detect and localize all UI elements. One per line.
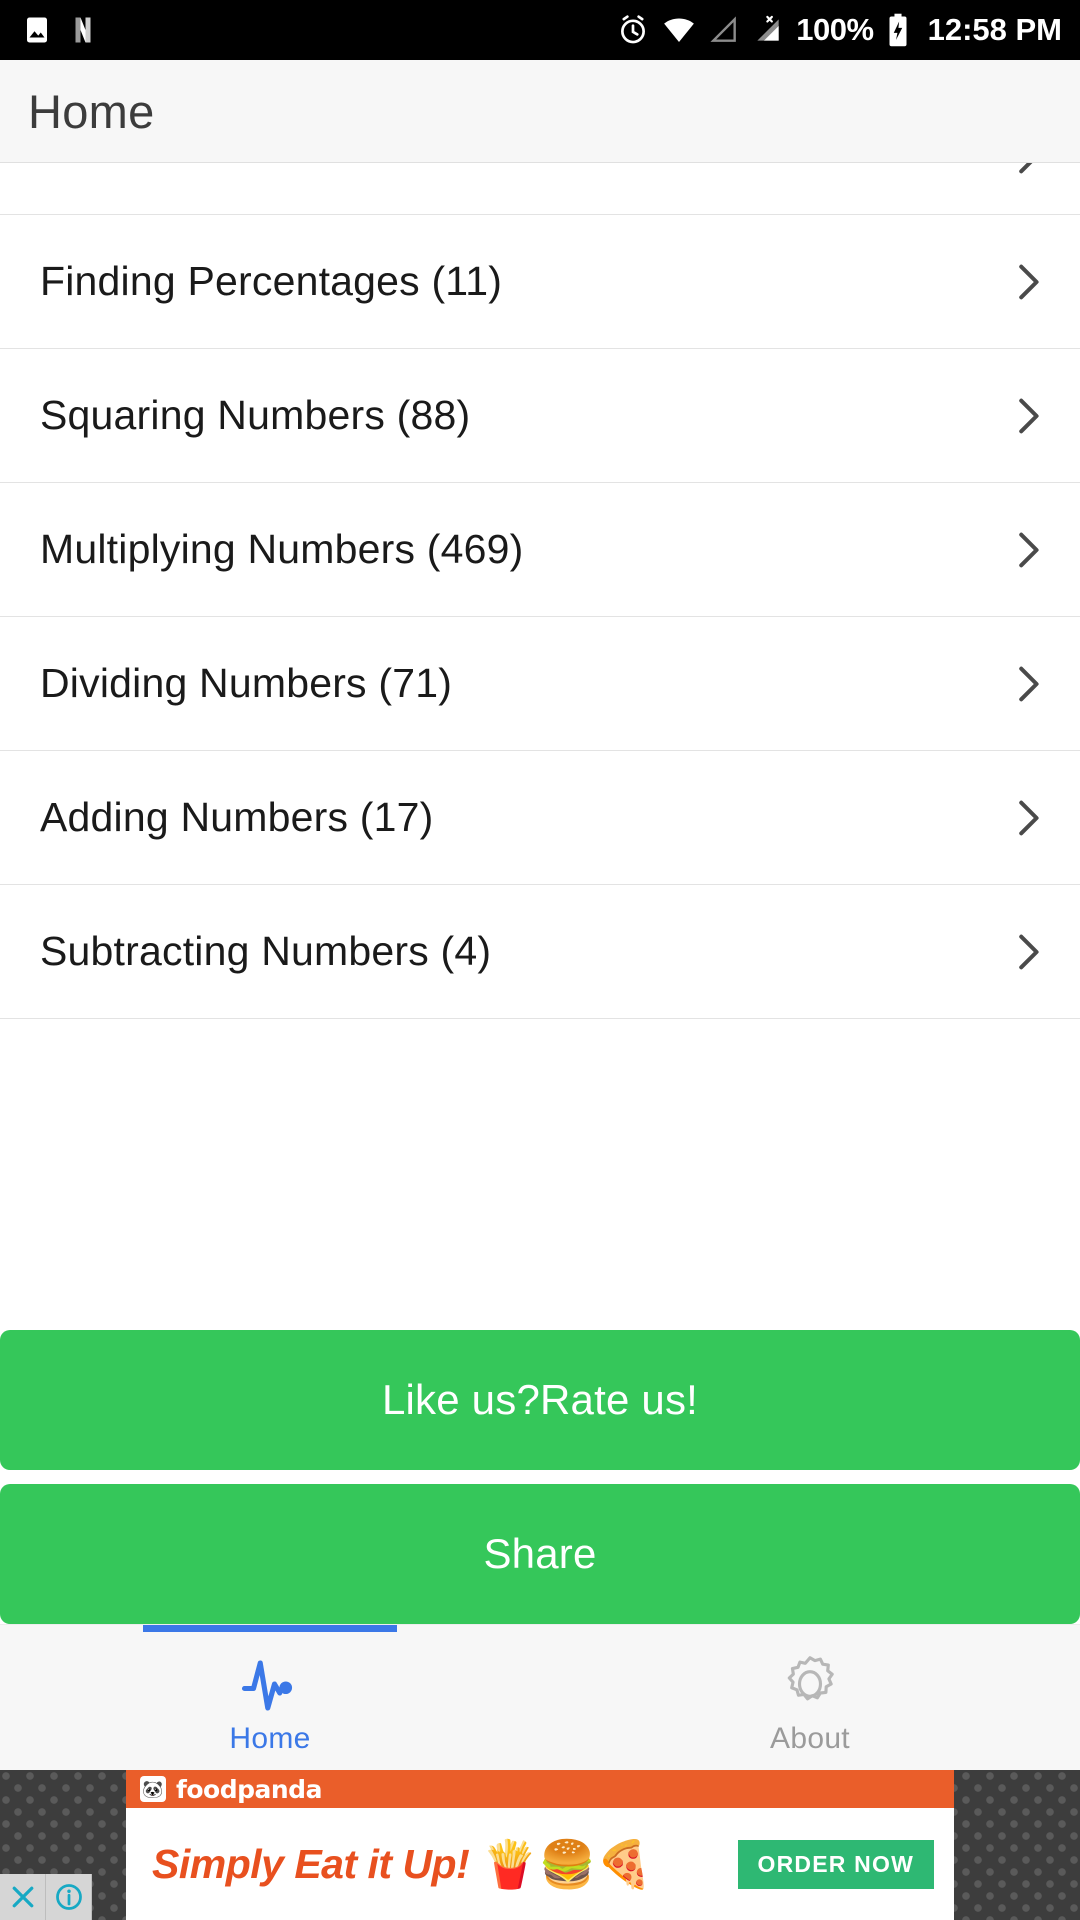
wifi-icon bbox=[662, 13, 696, 47]
chevron-right-icon bbox=[1019, 934, 1039, 969]
list-item-label: Squaring Numbers (88) bbox=[40, 392, 471, 438]
netflix-icon bbox=[68, 15, 98, 45]
close-icon[interactable] bbox=[0, 1874, 46, 1920]
image-icon bbox=[22, 15, 52, 45]
list-item[interactable]: Squaring Numbers (88) bbox=[0, 349, 1080, 483]
ad-brand-bar: 🐼 foodpanda bbox=[126, 1770, 954, 1808]
phone-screen: 100% 12:58 PM Home Finding Percentages (… bbox=[0, 0, 1080, 1920]
rate-us-button[interactable]: Like us?Rate us! bbox=[0, 1330, 1080, 1470]
list-item[interactable] bbox=[0, 163, 1080, 215]
active-tab-indicator bbox=[143, 1625, 397, 1632]
pizza-icon: 🍕 bbox=[595, 1838, 654, 1890]
fries-icon: 🍟 bbox=[481, 1838, 539, 1890]
ad-food-illustration: 🍟 🍔 🍕 bbox=[481, 1841, 653, 1887]
ad-brand-label: foodpanda bbox=[176, 1774, 322, 1804]
page-title: Home bbox=[28, 84, 155, 138]
tab-about-label: About bbox=[770, 1721, 850, 1755]
list-item-label: Multiplying Numbers (469) bbox=[40, 526, 524, 572]
bottom-tab-bar: Home About bbox=[0, 1624, 1080, 1770]
battery-charging-icon bbox=[886, 13, 910, 47]
action-buttons: Like us?Rate us! Share bbox=[0, 1316, 1080, 1624]
status-bar: 100% 12:58 PM bbox=[0, 0, 1080, 60]
list-item[interactable]: Finding Percentages (11) bbox=[0, 215, 1080, 349]
chevron-right-icon bbox=[1019, 666, 1039, 701]
tab-home-label: Home bbox=[229, 1721, 311, 1755]
share-button[interactable]: Share bbox=[0, 1484, 1080, 1624]
list-item[interactable]: Dividing Numbers (71) bbox=[0, 617, 1080, 751]
ad-content[interactable]: 🐼 foodpanda Simply Eat it Up! 🍟 🍔 🍕 ORDER … bbox=[126, 1770, 954, 1920]
battery-percent-label: 100% bbox=[796, 12, 874, 47]
list-item-label: Dividing Numbers (71) bbox=[40, 660, 453, 706]
clock-label: 12:58 PM bbox=[927, 12, 1062, 47]
ad-body[interactable]: Simply Eat it Up! 🍟 🍔 🍕 ORDER NOW bbox=[126, 1808, 954, 1920]
app-bar: Home bbox=[0, 60, 1080, 163]
list-item-label: Subtracting Numbers (4) bbox=[40, 928, 492, 974]
category-list[interactable]: Finding Percentages (11) Squaring Number… bbox=[0, 163, 1080, 1316]
order-now-button[interactable]: ORDER NOW bbox=[737, 1839, 934, 1889]
list-item[interactable]: Multiplying Numbers (469) bbox=[0, 483, 1080, 617]
ad-banner[interactable]: 🐼 foodpanda Simply Eat it Up! 🍟 🍔 🍕 ORDER … bbox=[0, 1770, 1080, 1920]
signal-empty-icon bbox=[708, 14, 740, 46]
chevron-right-icon bbox=[1019, 163, 1033, 174]
alarm-icon bbox=[616, 13, 650, 47]
panda-icon: 🐼 bbox=[140, 1776, 166, 1802]
chevron-right-icon bbox=[1019, 398, 1039, 433]
burger-icon: 🍔 bbox=[538, 1838, 596, 1890]
ad-controls bbox=[0, 1874, 92, 1920]
status-bar-right-icons: 100% 12:58 PM bbox=[616, 12, 1062, 48]
info-icon[interactable] bbox=[46, 1874, 92, 1920]
list-item[interactable]: Subtracting Numbers (4) bbox=[0, 885, 1080, 1019]
status-bar-left-icons bbox=[22, 15, 98, 45]
tab-about[interactable]: About bbox=[540, 1625, 1080, 1770]
list-item-label: Finding Percentages (11) bbox=[40, 258, 503, 304]
list-item-label: Adding Numbers (17) bbox=[40, 794, 434, 840]
chevron-right-icon bbox=[1019, 800, 1039, 835]
pulse-icon bbox=[234, 1648, 306, 1720]
chevron-right-icon bbox=[1019, 532, 1039, 567]
list-item[interactable]: Adding Numbers (17) bbox=[0, 751, 1080, 885]
chevron-right-icon bbox=[1019, 264, 1039, 299]
ad-headline: Simply Eat it Up! bbox=[152, 1840, 470, 1887]
tab-home[interactable]: Home bbox=[0, 1625, 540, 1770]
signal-no-sim-icon bbox=[752, 14, 784, 46]
gear-icon bbox=[774, 1648, 846, 1720]
